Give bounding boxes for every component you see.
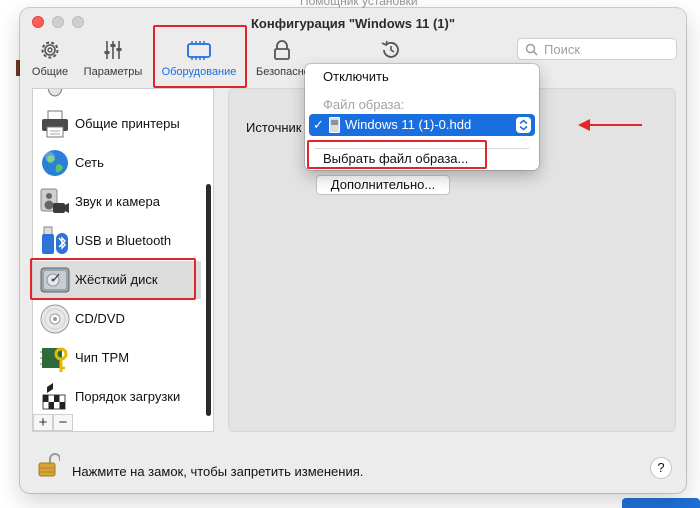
remove-device-button[interactable]: − bbox=[53, 414, 73, 431]
usb-bluetooth-icon bbox=[42, 226, 68, 254]
lock-bar: Нажмите на замок, чтобы запретить измене… bbox=[20, 440, 686, 490]
boot-order-icon bbox=[42, 383, 66, 410]
toolbar-label: Общие bbox=[31, 66, 69, 78]
advanced-button[interactable]: Дополнительно... bbox=[316, 175, 450, 195]
titlebar: Конфигурация "Windows 11 (1)" bbox=[20, 8, 686, 38]
sidebar-item-cd-dvd[interactable]: CD/DVD bbox=[33, 300, 201, 338]
sidebar-item-label: CD/DVD bbox=[75, 311, 125, 326]
search-icon bbox=[525, 43, 538, 56]
source-label: Источник bbox=[246, 120, 302, 135]
sidebar-item-label: Звук и камера bbox=[75, 194, 160, 209]
checkmark-icon: ✓ bbox=[313, 117, 324, 132]
menu-item-disconnect[interactable]: Отключить bbox=[305, 66, 539, 88]
sidebar-item-label: USB и Bluetooth bbox=[75, 233, 172, 248]
history-icon bbox=[381, 40, 399, 58]
globe-icon bbox=[42, 150, 68, 176]
menu-header-image-file: Файл образа: bbox=[323, 97, 405, 112]
speaker-camera-icon bbox=[40, 188, 69, 213]
sidebar-scrollbar[interactable] bbox=[206, 184, 211, 416]
add-remove-controls: + − bbox=[33, 414, 75, 431]
printer-icon bbox=[42, 110, 68, 138]
sliders-icon bbox=[104, 41, 122, 59]
background-title-text: Помощник установки bbox=[300, 0, 418, 8]
search-input[interactable]: Поиск bbox=[517, 38, 677, 60]
sidebar-item-boot-order[interactable]: Порядок загрузки bbox=[33, 378, 201, 416]
add-device-button[interactable]: + bbox=[33, 414, 53, 431]
hdd-file-icon bbox=[329, 117, 340, 133]
annotation-highlight-hardware-tab bbox=[153, 25, 247, 88]
toolbar-label: Параметры bbox=[83, 66, 143, 78]
lock-hint-text: Нажмите на замок, чтобы запретить измене… bbox=[72, 464, 364, 479]
annotation-arrow-icon bbox=[578, 119, 642, 131]
menu-item-selected-image[interactable]: ✓ Windows 11 (1)-0.hdd bbox=[309, 114, 535, 136]
config-window: Конфигурация "Windows 11 (1)" Общие Пара… bbox=[20, 8, 686, 493]
tpm-chip-icon bbox=[40, 347, 68, 372]
sidebar-item-tpm-chip[interactable]: Чип TPM bbox=[33, 339, 201, 377]
toolbar-tab-general[interactable]: Общие bbox=[28, 38, 72, 90]
sidebar-item-label: Чип TPM bbox=[75, 350, 130, 365]
chevron-up-down-icon bbox=[516, 117, 531, 133]
selected-image-label: Windows 11 (1)-0.hdd bbox=[345, 117, 472, 132]
sidebar-item-label: Сеть bbox=[75, 155, 104, 170]
annotation-highlight-choose-image bbox=[307, 140, 487, 169]
window-title: Конфигурация "Windows 11 (1)" bbox=[250, 16, 456, 31]
background-button-edge bbox=[622, 498, 700, 508]
cd-dvd-icon bbox=[40, 304, 70, 334]
sidebar-item-sound-camera[interactable]: Звук и камера bbox=[33, 183, 201, 221]
sidebar-item-label: Общие принтеры bbox=[75, 116, 180, 131]
sidebar-item-partial[interactable] bbox=[33, 89, 201, 99]
open-lock-icon[interactable] bbox=[38, 452, 60, 478]
sidebar-item-network[interactable]: Сеть bbox=[33, 144, 201, 182]
gear-icon bbox=[41, 41, 59, 59]
lock-icon bbox=[274, 40, 290, 60]
sidebar-item-label: Порядок загрузки bbox=[75, 389, 181, 404]
search-placeholder: Поиск bbox=[544, 42, 581, 57]
sidebar-item-printers[interactable]: Общие принтеры bbox=[33, 105, 201, 143]
help-button[interactable]: ? bbox=[650, 457, 672, 479]
annotation-highlight-hard-disk bbox=[30, 258, 196, 300]
toolbar-tab-options[interactable]: Параметры bbox=[78, 38, 148, 90]
sidebar-item-usb-bluetooth[interactable]: USB и Bluetooth bbox=[33, 222, 201, 260]
